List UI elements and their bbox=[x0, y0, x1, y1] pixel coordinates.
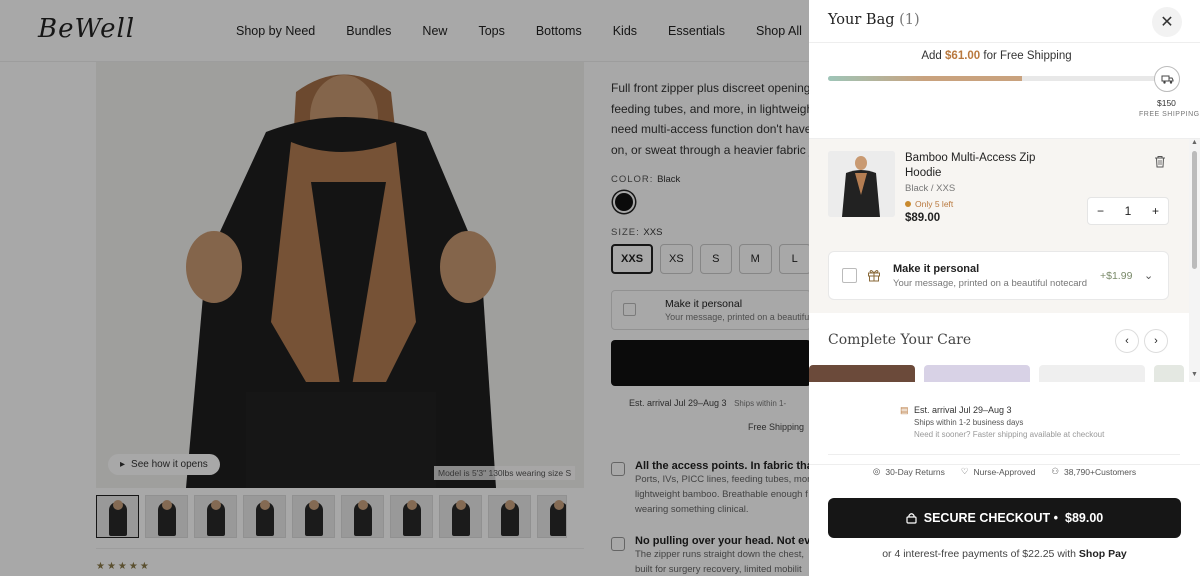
badge-customers: ⚇ 38,790+Customers bbox=[1051, 466, 1137, 477]
cart-title: Your Bag (1) bbox=[828, 12, 920, 28]
secure-checkout-button[interactable]: SECURE CHECKOUT • $89.00 bbox=[828, 498, 1181, 538]
cart-footer: ▤ Est. arrival Jul 29–Aug 3 Ships within … bbox=[809, 382, 1200, 576]
cart-items-scroll[interactable]: Bamboo Multi-Access Zip Hoodie Black / X… bbox=[809, 139, 1200, 382]
progress-bar bbox=[828, 76, 1157, 81]
ships-within: Ships within 1-2 business days bbox=[914, 418, 1024, 427]
est-arrival-line: ▤ Est. arrival Jul 29–Aug 3 bbox=[900, 405, 1012, 415]
increase-button[interactable]: + bbox=[1152, 204, 1159, 218]
scroll-up-icon[interactable]: ▲ bbox=[1191, 139, 1198, 146]
checkout-price: $89.00 bbox=[1065, 511, 1104, 525]
chevron-right-icon[interactable]: › bbox=[1144, 329, 1168, 353]
cart-item-image bbox=[828, 151, 895, 217]
personalize-sub: Your message, printed on a beautiful not… bbox=[893, 278, 1088, 289]
chevron-down-icon[interactable]: ⌄ bbox=[1144, 269, 1153, 282]
trust-badges-divider bbox=[828, 454, 1180, 455]
personalize-title: Make it personal bbox=[893, 263, 980, 275]
trust-badges: ◎ 30-Day Returns ♡ Nurse-Approved ⚇ 38,790+… bbox=[809, 464, 1200, 477]
page-overlay[interactable] bbox=[0, 0, 809, 576]
estimated-arrival: ▤ Est. arrival Jul 29–Aug 3 Ships within … bbox=[900, 405, 1104, 439]
badge-nurse: ♡ Nurse-Approved bbox=[960, 466, 1036, 477]
shop-pay-link[interactable]: Shop Pay bbox=[1079, 548, 1127, 560]
shipping-message: Add $61.00 for Free Shipping bbox=[921, 50, 1072, 62]
shipping-threshold-label: FREE SHIPPING bbox=[1139, 111, 1200, 118]
personalize-checkbox[interactable] bbox=[842, 268, 857, 283]
shipping-threshold: $150 bbox=[1157, 98, 1176, 108]
quantity-stepper: − 1 + bbox=[1087, 197, 1169, 225]
people-icon: ⚇ bbox=[1051, 466, 1060, 476]
trash-icon[interactable] bbox=[1154, 155, 1166, 168]
complete-care-title: Complete Your Care bbox=[828, 332, 972, 348]
cart-item-variant: Black / XXS bbox=[905, 183, 956, 194]
personalize-price: +$1.99 bbox=[1100, 270, 1133, 282]
calendar-icon: ▤ bbox=[900, 405, 909, 415]
scroll-down-icon[interactable]: ▼ bbox=[1191, 371, 1198, 378]
recommendation-card[interactable] bbox=[1154, 365, 1184, 382]
heart-icon: ♡ bbox=[960, 466, 969, 476]
cart-drawer: Your Bag (1) ✕ Add $61.00 for Free Shipp… bbox=[809, 0, 1200, 576]
check-circle-icon: ◎ bbox=[872, 466, 881, 476]
cart-header: Your Bag (1) ✕ bbox=[809, 0, 1200, 43]
checkout-label: SECURE CHECKOUT • bbox=[923, 511, 1058, 525]
cart-item-price: $89.00 bbox=[905, 212, 941, 224]
stock-badge: Only 5 left bbox=[905, 199, 953, 209]
badge-returns: ◎ 30-Day Returns bbox=[872, 466, 945, 477]
truck-icon bbox=[1154, 66, 1180, 92]
progress-fill bbox=[828, 76, 1023, 81]
cart-item-name[interactable]: Bamboo Multi-Access Zip Hoodie bbox=[905, 151, 1055, 181]
installments-note: or 4 interest-free payments of $22.25 wi… bbox=[882, 548, 1127, 560]
cart-item: Bamboo Multi-Access Zip Hoodie Black / X… bbox=[809, 139, 1200, 239]
quantity-value[interactable]: 1 bbox=[1125, 204, 1132, 218]
recommendation-card[interactable] bbox=[1039, 365, 1145, 382]
need-sooner: Need it sooner? Faster shipping availabl… bbox=[914, 430, 1105, 439]
free-shipping-progress: Add $61.00 for Free Shipping $150 FREE S… bbox=[809, 43, 1200, 139]
recommendation-cards bbox=[809, 365, 1184, 382]
close-icon[interactable]: ✕ bbox=[1152, 7, 1182, 37]
complete-your-care: Complete Your Care ‹ › bbox=[809, 313, 1189, 382]
gift-icon bbox=[868, 270, 880, 282]
recommendation-card[interactable] bbox=[809, 365, 915, 382]
personalize-card[interactable]: Make it personal Your message, printed o… bbox=[828, 251, 1169, 300]
decrease-button[interactable]: − bbox=[1097, 204, 1104, 218]
scrollbar-thumb[interactable] bbox=[1192, 151, 1197, 269]
lock-icon bbox=[906, 513, 917, 524]
chevron-left-icon[interactable]: ‹ bbox=[1115, 329, 1139, 353]
recommendation-card[interactable] bbox=[924, 365, 1030, 382]
scrollbar[interactable]: ▲ ▼ bbox=[1189, 139, 1200, 382]
